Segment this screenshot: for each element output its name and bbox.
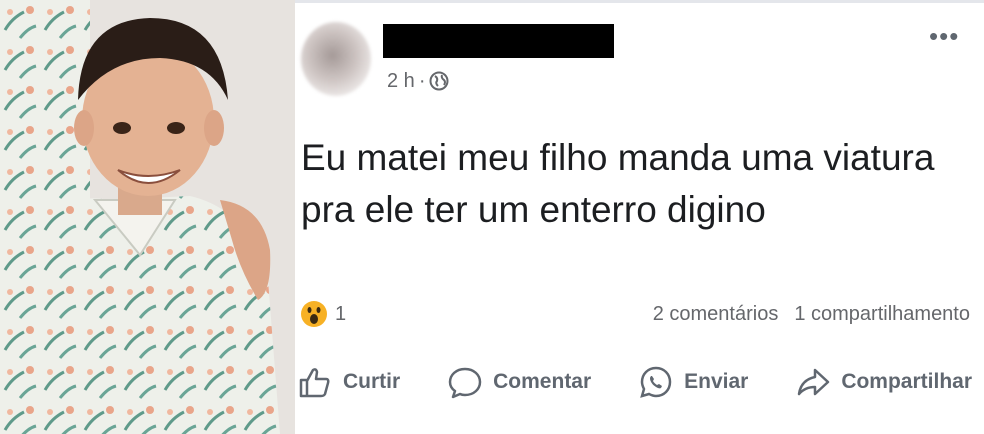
send-button[interactable]: Enviar (638, 364, 748, 400)
post-text: Eu matei meu filho manda uma viatura pra… (301, 137, 935, 230)
post-meta: 2 h · (387, 68, 449, 94)
top-divider (295, 0, 984, 3)
post-time[interactable]: 2 h (387, 70, 415, 93)
share-label: Compartilhar (841, 370, 972, 393)
reaction-summary[interactable]: 1 (299, 298, 346, 330)
action-bar: Curtir Comentar Enviar Compartilhar (295, 358, 984, 406)
more-options-icon[interactable]: ••• (929, 23, 959, 49)
like-button[interactable]: Curtir (297, 364, 400, 400)
comment-button[interactable]: Comentar (447, 364, 591, 400)
globe-icon[interactable] (429, 71, 449, 91)
speech-bubble-icon (448, 367, 482, 399)
send-label: Enviar (684, 370, 749, 393)
child-photo-illustration (0, 0, 295, 434)
redacted-author-name (383, 24, 614, 58)
shares-count[interactable]: 1 compartilhamento (794, 303, 970, 326)
avatar[interactable] (301, 22, 371, 96)
comments-count[interactable]: 2 comentários (653, 303, 779, 326)
whatsapp-icon (640, 366, 672, 398)
share-arrow-icon (798, 368, 830, 396)
wow-emoji-icon (301, 301, 327, 327)
meta-separator: · (418, 69, 426, 92)
thumbs-up-icon (299, 368, 330, 398)
reaction-count: 1 (335, 302, 347, 325)
post-stats: 2 comentários 1 compartilhamento (653, 300, 970, 328)
facebook-post: 2 h · ••• Eu matei meu filho manda uma v… (295, 0, 984, 434)
child-photo (0, 0, 295, 434)
share-button[interactable]: Compartilhar (795, 364, 972, 400)
comment-label: Comentar (493, 370, 592, 393)
like-label: Curtir (343, 370, 401, 393)
